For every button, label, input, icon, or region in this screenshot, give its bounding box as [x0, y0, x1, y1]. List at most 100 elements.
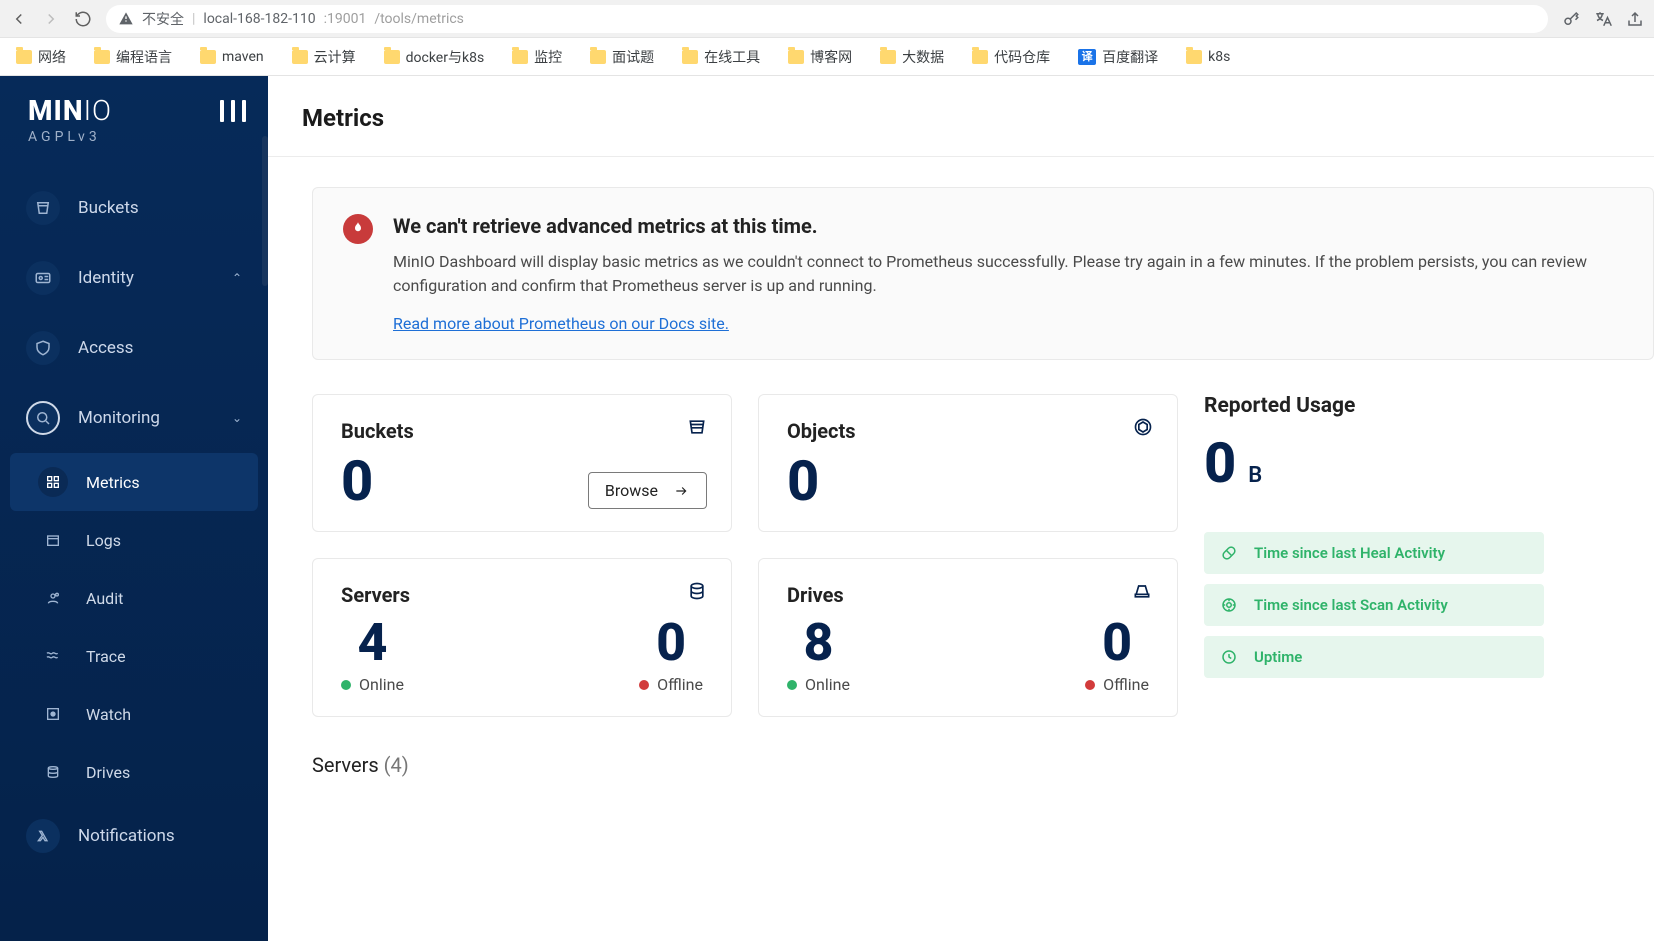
bookmark-item[interactable]: k8s — [1186, 49, 1230, 65]
activity-pill[interactable]: Time since last Scan Activity — [1204, 584, 1544, 626]
sidebar-item-monitoring[interactable]: Monitoring⌄ — [10, 383, 258, 453]
drives-offline-value: 0 — [1085, 617, 1149, 669]
objects-icon — [1133, 417, 1153, 441]
insecure-label: 不安全 — [142, 9, 184, 29]
insecure-icon — [118, 11, 134, 27]
sidebar-item-label: Logs — [86, 531, 121, 550]
bookmark-item[interactable]: 监控 — [512, 47, 562, 67]
sidebar-item-buckets[interactable]: Buckets — [10, 173, 258, 243]
translate-icon[interactable] — [1594, 10, 1612, 28]
menu-toggle[interactable] — [220, 100, 246, 122]
sidebar-item-trace[interactable]: Trace — [10, 627, 258, 685]
dot-red-icon — [639, 680, 649, 690]
card-title-servers: Servers — [341, 583, 703, 607]
card-icon — [26, 261, 60, 295]
browse-button[interactable]: Browse — [588, 472, 707, 509]
bookmark-label: k8s — [1208, 49, 1230, 65]
bookmark-label: maven — [222, 49, 264, 65]
sidebar-item-notifications[interactable]: Notifications — [10, 801, 258, 871]
back-button[interactable] — [10, 10, 28, 28]
folder-icon — [788, 50, 804, 64]
bookmark-label: 监控 — [534, 47, 562, 67]
grid-icon — [38, 467, 68, 497]
translate-icon: 译 — [1078, 49, 1096, 65]
folder-icon — [972, 50, 988, 64]
pill-label: Uptime — [1254, 648, 1302, 666]
bookmark-label: 编程语言 — [116, 47, 172, 67]
sidebar-item-metrics[interactable]: Metrics — [10, 453, 258, 511]
bookmark-label: 在线工具 — [704, 47, 760, 67]
bookmark-label: docker与k8s — [406, 47, 485, 67]
alert-icon — [343, 214, 373, 244]
alert-body: MinIO Dashboard will display basic metri… — [393, 250, 1623, 298]
folder-icon — [384, 50, 400, 64]
bookmark-label: 代码仓库 — [994, 47, 1050, 67]
card-drives: Drives 8Online 0Offline — [758, 558, 1178, 717]
bookmark-item[interactable]: 编程语言 — [94, 47, 172, 67]
alert-heading: We can't retrieve advanced metrics at th… — [393, 214, 1623, 238]
sidebar-item-audit[interactable]: Audit — [10, 569, 258, 627]
dot-green-icon — [341, 680, 351, 690]
bookmark-item[interactable]: 译百度翻译 — [1078, 47, 1158, 67]
activity-pill[interactable]: Time since last Heal Activity — [1204, 532, 1544, 574]
servers-section-heading: Servers (4) — [312, 753, 1654, 777]
bucket-icon — [26, 191, 60, 225]
key-icon[interactable] — [1562, 10, 1580, 28]
sidebar-item-label: Identity — [78, 268, 134, 288]
sidebar-item-drives[interactable]: Drives — [10, 743, 258, 801]
folder-icon — [94, 50, 110, 64]
forward-button[interactable] — [42, 10, 60, 28]
address-bar[interactable]: 不安全 | local-168-182-110:19001/tools/metr… — [106, 5, 1548, 33]
usage-title: Reported Usage — [1204, 394, 1544, 418]
chevron-up-icon: ⌃ — [232, 271, 242, 285]
drive-icon — [1131, 581, 1153, 605]
box-icon — [38, 525, 68, 555]
share-icon[interactable] — [1626, 10, 1644, 28]
disks-icon — [38, 757, 68, 787]
sidebar: MINIO AGPLv3 BucketsIdentity⌃AccessMonit… — [0, 76, 268, 941]
browser-chrome: 不安全 | local-168-182-110:19001/tools/metr… — [0, 0, 1654, 38]
bookmark-item[interactable]: 大数据 — [880, 47, 944, 67]
sidebar-scrollbar[interactable] — [262, 136, 268, 286]
bookmark-item[interactable]: maven — [200, 49, 264, 65]
folder-icon — [880, 50, 896, 64]
bucket-icon — [687, 417, 707, 441]
bookmark-label: 云计算 — [314, 47, 356, 67]
folder-icon — [682, 50, 698, 64]
url-path: /tools/metrics — [374, 11, 464, 27]
bookmark-item[interactable]: 在线工具 — [682, 47, 760, 67]
sidebar-item-access[interactable]: Access — [10, 313, 258, 383]
usage-panel: Reported Usage 0 B Time since last Heal … — [1204, 394, 1544, 678]
folder-icon — [512, 50, 528, 64]
scan-icon — [1220, 596, 1238, 614]
bookmarks-bar: 网络 编程语言 maven 云计算 docker与k8s 监控 面试题 在线工具 博客网 大数据 代… — [0, 38, 1654, 76]
url-host: local-168-182-110 — [203, 11, 315, 27]
alert-link[interactable]: Read more about Prometheus on our Docs s… — [393, 314, 729, 333]
pill-label: Time since last Heal Activity — [1254, 544, 1445, 562]
card-buckets: Buckets 0 Browse — [312, 394, 732, 532]
shield-icon — [26, 331, 60, 365]
waves-icon — [38, 641, 68, 671]
bookmark-item[interactable]: 面试题 — [590, 47, 654, 67]
logo: MINIO AGPLv3 — [28, 94, 112, 145]
objects-value: 0 — [787, 453, 1149, 509]
bookmark-item[interactable]: docker与k8s — [384, 47, 485, 67]
bookmark-item[interactable]: 博客网 — [788, 47, 852, 67]
servers-online-value: 4 — [341, 617, 404, 669]
sidebar-item-logs[interactable]: Logs — [10, 511, 258, 569]
usage-unit: B — [1248, 463, 1262, 488]
dot-green-icon — [787, 680, 797, 690]
bookmark-item[interactable]: 代码仓库 — [972, 47, 1050, 67]
sidebar-item-label: Monitoring — [78, 408, 160, 428]
dot-red-icon — [1085, 680, 1095, 690]
bookmark-item[interactable]: 云计算 — [292, 47, 356, 67]
activity-pill[interactable]: Uptime — [1204, 636, 1544, 678]
sidebar-item-identity[interactable]: Identity ⌃ — [10, 243, 258, 313]
folder-icon — [200, 50, 216, 64]
bookmark-label: 网络 — [38, 47, 66, 67]
activity-pills: Time since last Heal Activity Time since … — [1204, 532, 1544, 678]
sidebar-item-watch[interactable]: Watch — [10, 685, 258, 743]
reload-button[interactable] — [74, 10, 92, 28]
bookmark-item[interactable]: 网络 — [16, 47, 66, 67]
url-port: :19001 — [324, 11, 367, 27]
